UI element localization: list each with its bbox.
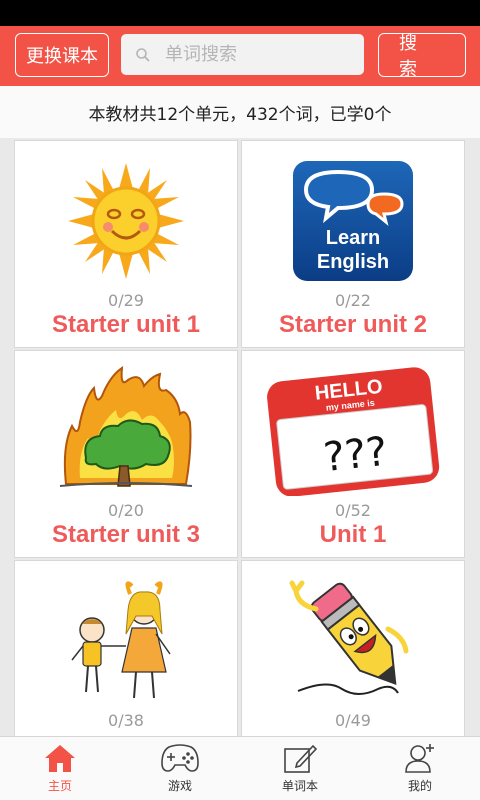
unit-card[interactable]: 0/20 Starter unit 3 bbox=[14, 350, 238, 558]
unit-card[interactable]: 0/49 bbox=[241, 560, 465, 736]
nav-home-label: 主页 bbox=[47, 779, 72, 793]
search-icon bbox=[121, 47, 165, 63]
nav-home[interactable]: 主页 bbox=[0, 737, 120, 800]
status-bar bbox=[0, 0, 480, 26]
children-icon bbox=[71, 581, 171, 699]
change-textbook-button[interactable]: 更换课本 bbox=[15, 33, 109, 77]
pencil-character-icon bbox=[289, 580, 409, 695]
unit-title: Unit 1 bbox=[319, 521, 387, 548]
unit-title: Starter unit 1 bbox=[51, 311, 201, 338]
unit-grid: 0/29 Starter unit 1 Learn English 0/22 S… bbox=[0, 138, 480, 736]
user-icon bbox=[405, 744, 434, 773]
unit-title: Starter unit 2 bbox=[278, 311, 428, 338]
unit-progress: 0/49 bbox=[335, 711, 371, 730]
search-box[interactable] bbox=[121, 34, 364, 75]
notebook-icon bbox=[284, 744, 317, 773]
nav-games[interactable]: 游戏 bbox=[120, 737, 240, 800]
learn-english-icon: Learn English bbox=[293, 161, 413, 281]
unit-progress: 0/29 bbox=[108, 291, 144, 310]
unit-card[interactable]: HELLO my name is ??? 0/52 Unit 1 bbox=[241, 350, 465, 558]
bottom-nav: 主页 游戏 单词本 我的 bbox=[0, 736, 480, 800]
question-marks-text: ??? bbox=[321, 429, 389, 481]
sun-icon bbox=[68, 163, 184, 279]
unit-progress: 0/52 bbox=[335, 501, 371, 520]
nav-me[interactable]: 我的 bbox=[360, 737, 480, 800]
unit-title: Starter unit 3 bbox=[51, 521, 201, 548]
learn-text: Learn bbox=[326, 227, 380, 249]
search-input[interactable] bbox=[165, 44, 355, 65]
nav-wordbook[interactable]: 单词本 bbox=[240, 737, 360, 800]
english-text: English bbox=[317, 251, 389, 273]
unit-card[interactable]: Learn English 0/22 Starter unit 2 bbox=[241, 140, 465, 348]
hello-name-tag-icon: HELLO my name is ??? bbox=[267, 367, 440, 496]
unit-card[interactable]: 0/29 Starter unit 1 bbox=[14, 140, 238, 348]
textbook-summary: 本教材共12个单元，432个词，已学0个 bbox=[0, 86, 480, 138]
unit-progress: 0/22 bbox=[335, 291, 371, 310]
unit-progress: 0/38 bbox=[108, 711, 144, 730]
nav-wordbook-label: 单词本 bbox=[281, 779, 318, 793]
burning-tree-icon bbox=[59, 366, 193, 487]
unit-progress: 0/20 bbox=[108, 501, 144, 520]
top-bar: 更换课本 搜索 bbox=[0, 26, 480, 86]
home-icon bbox=[45, 745, 75, 772]
nav-me-label: 我的 bbox=[407, 779, 432, 793]
unit-card[interactable]: 0/38 bbox=[14, 560, 238, 736]
nav-games-label: 游戏 bbox=[167, 779, 192, 793]
gamepad-icon bbox=[161, 744, 199, 772]
search-button[interactable]: 搜索 bbox=[378, 33, 466, 80]
